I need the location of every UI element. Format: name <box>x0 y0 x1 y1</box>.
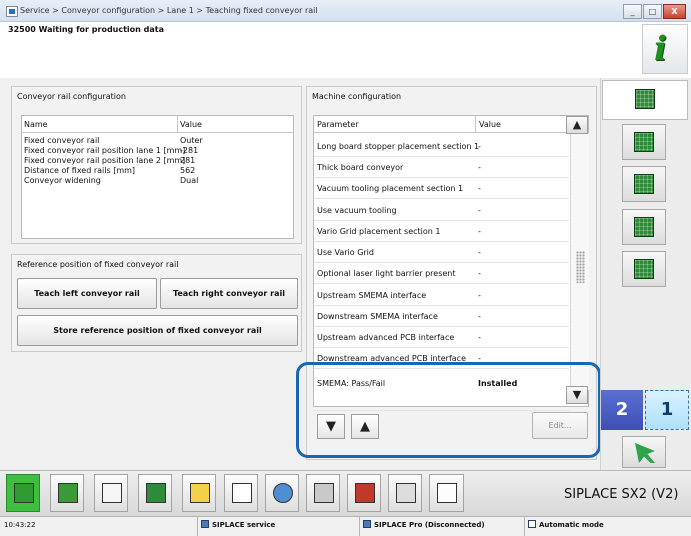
close-button[interactable]: X <box>663 4 686 19</box>
status-siplace-pro: SIPLACE Pro (Disconnected) <box>359 516 524 536</box>
store-reference-button[interactable]: Store reference position of fixed convey… <box>17 315 298 346</box>
hand-gear-icon <box>396 483 416 503</box>
toolbar-documents[interactable] <box>182 474 216 512</box>
panel-title: Conveyor rail configuration <box>17 92 126 101</box>
table-header: Name Value <box>22 116 293 133</box>
transfer-icon <box>634 174 654 194</box>
info-icon: i <box>654 29 667 69</box>
column-divider <box>475 116 476 133</box>
network-icon <box>363 520 371 528</box>
scroll-up-button[interactable]: ▲ <box>566 116 588 134</box>
lane-1-button[interactable]: 1 <box>645 390 689 430</box>
documents-icon <box>190 483 210 503</box>
table-row[interactable]: Fixed conveyor rail position lane 2 [mm]… <box>22 156 293 166</box>
teach-right-rail-button[interactable]: Teach right conveyor rail <box>160 278 298 309</box>
toolbar-production[interactable] <box>6 474 40 512</box>
status-message: 32500 Waiting for production data <box>8 25 164 34</box>
table-row[interactable]: Fixed conveyor rail position lane 1 [mm]… <box>22 146 293 156</box>
board-icon <box>146 483 166 503</box>
breadcrumb: Service > Conveyor configuration > Lane … <box>20 6 318 15</box>
nav-conveyor-config[interactable] <box>602 80 688 120</box>
toolbar-oiling[interactable] <box>306 474 340 512</box>
machine-brand: SIPLACE SX2 (V2) <box>564 487 679 502</box>
conveyor-config-table: Name Value Fixed conveyor rail Outer Fixe… <box>21 115 294 239</box>
board-settings-icon <box>634 259 654 279</box>
maximize-button[interactable]: □ <box>643 4 662 19</box>
table-row[interactable]: Use vacuum tooling - <box>314 200 569 221</box>
conveyor-config-icon <box>635 89 655 109</box>
toolbar-camera[interactable] <box>265 474 299 512</box>
chart-icon <box>102 483 122 503</box>
nav-board-check[interactable] <box>622 209 666 245</box>
mode-icon <box>528 520 536 528</box>
trend-icon <box>232 483 252 503</box>
nav-board-settings[interactable] <box>622 251 666 287</box>
info-button[interactable]: i <box>642 24 688 74</box>
table-row[interactable]: Thick board conveyor - <box>314 157 569 178</box>
table-row[interactable]: Vario Grid placement section 1- <box>314 221 569 242</box>
nav-board[interactable] <box>622 124 666 160</box>
minimize-button[interactable]: _ <box>623 4 642 19</box>
panel-title: Machine configuration <box>312 92 402 101</box>
table-row[interactable]: Fixed conveyor rail Outer <box>22 136 293 146</box>
toolbar-board[interactable] <box>138 474 172 512</box>
exit-arrow-icon <box>635 443 655 463</box>
vertical-scrollbar[interactable] <box>570 133 589 390</box>
table-row[interactable]: Long board stopper placement section 1- <box>314 136 569 157</box>
panel-title: Reference position of fixed conveyor rai… <box>17 260 179 269</box>
table-row[interactable]: Upstream advanced PCB interface - <box>314 327 569 348</box>
column-header-parameter[interactable]: Parameter <box>317 120 359 129</box>
column-divider <box>177 116 178 133</box>
table-row[interactable]: Downstream SMEMA interface - <box>314 306 569 327</box>
exit-button[interactable] <box>622 436 666 468</box>
toolbar-tools[interactable] <box>347 474 381 512</box>
teach-left-rail-button[interactable]: Teach left conveyor rail <box>17 278 157 309</box>
status-service: SIPLACE service <box>197 516 359 536</box>
oiling-icon <box>314 483 334 503</box>
board-icon <box>634 132 654 152</box>
lane-2-button[interactable]: 2 <box>601 390 643 430</box>
toolbar-grid[interactable] <box>50 474 84 512</box>
app-icon <box>6 6 18 17</box>
toolbar-trend[interactable] <box>224 474 258 512</box>
table-row[interactable]: Use Vario Grid - <box>314 242 569 263</box>
table-header: Parameter Value <box>314 116 588 133</box>
table-row[interactable]: Upstream SMEMA interface - <box>314 285 569 306</box>
table-row[interactable]: Distance of fixed rails [mm] 562 <box>22 166 293 176</box>
toolbar-chart[interactable] <box>94 474 128 512</box>
table-row[interactable]: Vacuum tooling placement section 1- <box>314 178 569 199</box>
column-header-value[interactable]: Value <box>180 120 202 129</box>
scrollbar-grip[interactable] <box>576 251 585 283</box>
production-icon <box>14 483 34 503</box>
table-row[interactable]: Optional laser light barrier present - <box>314 263 569 284</box>
tools-icon <box>355 483 375 503</box>
status-mode: Automatic mode <box>524 516 691 536</box>
camera-icon <box>273 483 293 503</box>
board-check-icon <box>634 217 654 237</box>
wrench-icon <box>437 483 457 503</box>
service-icon <box>201 520 209 528</box>
highlight-annotation <box>296 362 601 458</box>
grid-icon <box>58 483 78 503</box>
column-header-name[interactable]: Name <box>24 120 48 129</box>
toolbar-hand-gear[interactable] <box>388 474 422 512</box>
toolbar-wrench[interactable] <box>429 474 464 512</box>
status-time: 10:43:22 <box>4 521 36 529</box>
table-row[interactable]: Conveyor widening Dual <box>22 176 293 186</box>
column-header-value[interactable]: Value <box>479 120 501 129</box>
nav-transfer[interactable] <box>622 166 666 202</box>
